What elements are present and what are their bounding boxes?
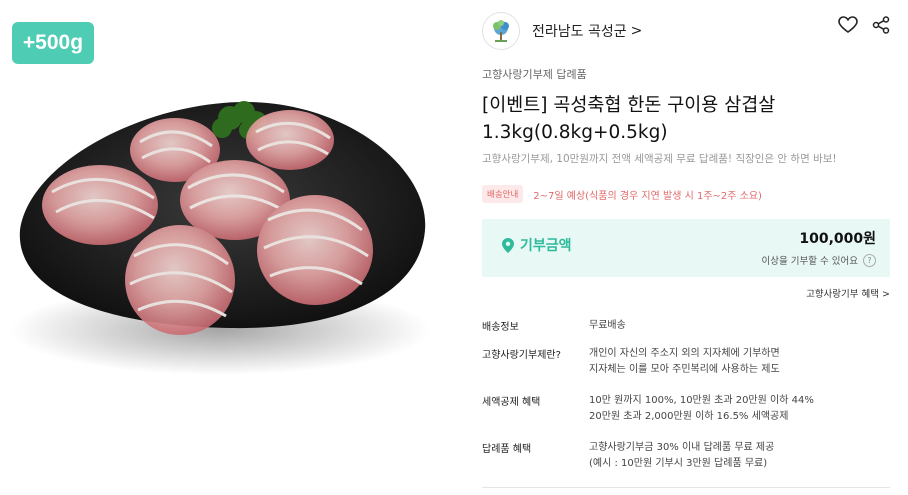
info-row-gift: 답례품 혜택 고향사랑기부금 30% 이내 답례품 무료 제공 (예시 : 10… [482, 440, 890, 472]
info-value-line: 무료배송 [589, 320, 626, 331]
info-label: 고향사랑기부제란? [482, 350, 561, 361]
info-row-definition: 고향사랑기부제란? 개인이 자신의 주소지 외의 지자체에 기부하면 지자체는 … [482, 346, 890, 378]
product-title: [이벤트] 곡성축협 한돈 구이용 삼겹살 1.3kg(0.8kg+0.5kg) [482, 92, 882, 146]
shipping-text: 2~7일 예상(식품의 경우 지연 발생 시 1주~2주 소요) [533, 190, 762, 202]
donation-subtext: 이상을 기부할 수 있어요 ? [762, 253, 876, 267]
info-value: 고향사랑기부금 30% 이내 답례품 무료 제공 (예시 : 10만원 기부시 … [589, 440, 774, 472]
info-row-tax: 세액공제 혜택 10만 원까지 100%, 10만원 초과 20만원 이하 44… [482, 393, 890, 425]
heart-icon[interactable] [838, 16, 858, 34]
info-value: 10만 원까지 100%, 10만원 초과 20만원 이하 44% 20만원 초… [589, 393, 814, 425]
product-title-line-2: 1.3kg(0.8kg+0.5kg) [482, 122, 668, 143]
info-label: 배송정보 [482, 322, 519, 333]
product-category: 고향사랑기부제 답례품 [482, 68, 587, 81]
donation-label: 기부금액 [502, 235, 572, 255]
chevron-right-icon: > [630, 23, 643, 39]
product-photo [10, 101, 430, 375]
shipping-tag: 배송안내 [482, 185, 524, 203]
donation-box: 기부금액 100,000원 이상을 기부할 수 있어요 ? [482, 219, 890, 277]
info-value-line: 개인이 자신의 주소지 외의 지자체에 기부하면 [589, 348, 780, 359]
help-icon[interactable]: ? [863, 253, 876, 267]
benefit-link[interactable]: 고향사랑기부 혜택 > [806, 286, 890, 300]
info-value: 무료배송 [589, 318, 626, 334]
info-value-line: 고향사랑기부금 30% 이내 답례품 무료 제공 [589, 442, 775, 453]
product-image-panel: +500g [0, 0, 460, 495]
info-label: 답례품 혜택 [482, 444, 532, 455]
shipping-notice: 배송안내 2~7일 예상(식품의 경우 지연 발생 시 1주~2주 소요) [482, 185, 762, 203]
info-value-line: (예시 : 10만원 기부시 3만원 답례품 무료) [589, 458, 768, 469]
tree-logo-icon [482, 12, 520, 50]
weight-bonus-badge: +500g [12, 22, 94, 64]
info-value-line: 20만원 초과 2,000만원 이하 16.5% 세액공제 [589, 411, 789, 422]
donation-subtext-label: 이상을 기부할 수 있어요 [761, 256, 858, 267]
product-description: 고향사랑기부제, 10만원까지 전액 세액공제 무료 답례품! 직장인은 안 하… [482, 153, 837, 165]
share-icon[interactable] [872, 16, 890, 34]
donation-amount: 100,000원 [799, 231, 876, 247]
product-title-line-1: [이벤트] 곡성축협 한돈 구이용 삼겹살 [482, 95, 776, 116]
location-pin-icon [502, 237, 514, 253]
divider [482, 487, 890, 488]
info-label: 세액공제 혜택 [482, 397, 541, 408]
info-value-line: 10만 원까지 100%, 10만원 초과 20만원 이하 44% [589, 395, 814, 406]
donation-label-text: 기부금액 [520, 238, 572, 254]
seller-link[interactable]: 전라남도 곡성군 > [482, 12, 642, 50]
action-icons [838, 16, 890, 34]
info-value-line: 지자체는 이를 모아 주민복리에 사용하는 제도 [589, 364, 780, 375]
info-value: 개인이 자신의 주소지 외의 지자체에 기부하면 지자체는 이를 모아 주민복리… [589, 346, 780, 378]
seller-name: 전라남도 곡성군 [532, 24, 627, 40]
info-row-shipping: 배송정보 무료배송 [482, 318, 890, 334]
